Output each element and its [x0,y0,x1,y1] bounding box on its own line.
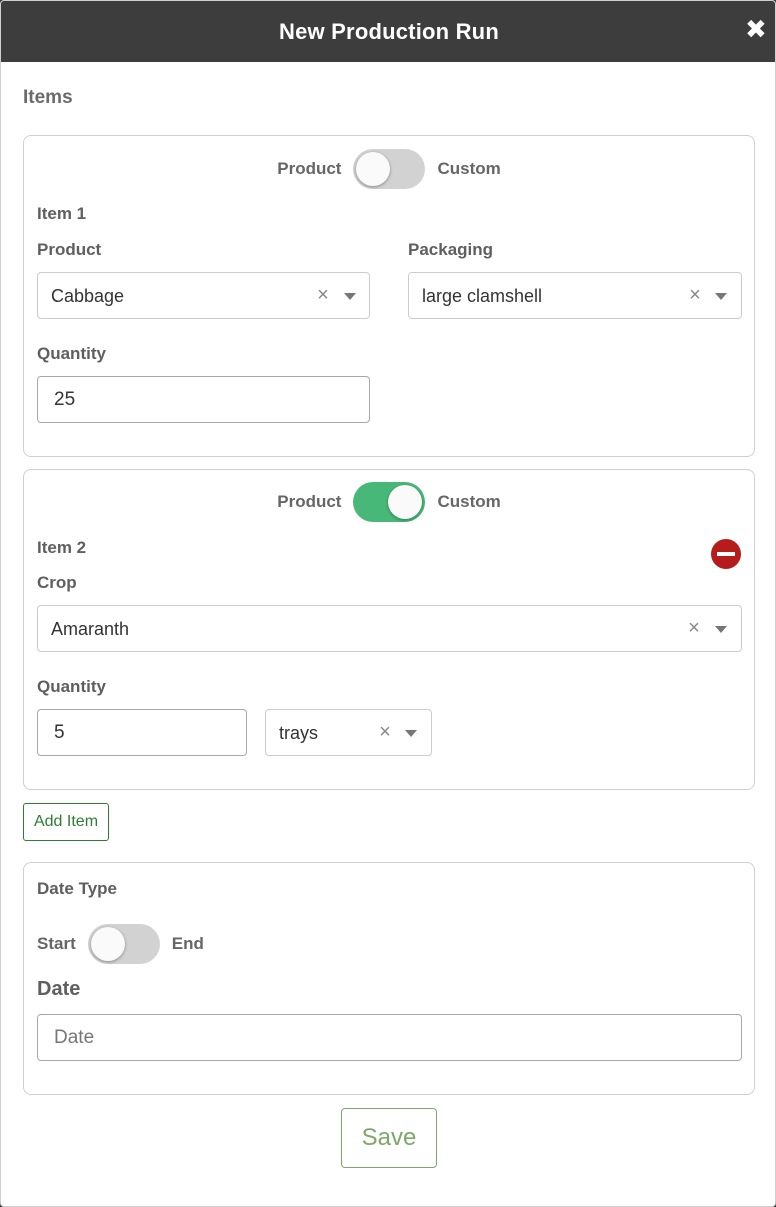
switch-knob [90,927,125,961]
date-input[interactable] [38,1015,741,1060]
crop-select[interactable]: Amaranth × [37,605,742,652]
new-production-run-modal: New Production Run ✖ Items Product Custo… [0,0,776,1207]
toggle-label-product: Product [277,492,342,511]
items-section-title: Items [23,87,73,108]
modal-title: New Production Run [279,19,499,44]
packaging-select[interactable]: large clamshell × [408,272,742,319]
chevron-down-icon[interactable] [715,626,727,633]
toggle-label-product: Product [277,159,342,178]
product-label: Product [37,240,102,259]
switch-knob [356,152,391,186]
toggle-label-custom: Custom [437,159,501,178]
item-2-type-switch[interactable] [353,482,426,522]
crop-label: Crop [37,573,77,592]
item-1-type-toggle-row: Product Custom [24,149,754,189]
unit-select[interactable]: trays × [265,709,432,756]
toggle-label-end: End [171,934,204,953]
date-card: Date Type Start End Date [23,862,755,1095]
item-1-quantity-field[interactable] [37,376,370,423]
toggle-label-custom: Custom [437,492,501,511]
chevron-down-icon[interactable] [715,293,727,300]
switch-knob [388,485,423,519]
item-1-quantity-input[interactable] [38,377,369,422]
item-2-card: Product Custom Item 2 Crop Amaranth × Qu… [23,469,755,790]
save-button[interactable]: Save [341,1108,437,1168]
clear-icon[interactable]: × [315,283,331,307]
packaging-select-value: large clamshell [422,286,543,306]
date-type-toggle-row: Start End [37,924,204,964]
chevron-down-icon[interactable] [405,730,417,737]
date-field[interactable] [37,1014,742,1061]
packaging-label: Packaging [408,240,494,259]
close-icon[interactable]: ✖ [745,15,767,43]
modal-header: New Production Run ✖ [1,1,775,62]
remove-item-button[interactable] [711,539,741,569]
item-2-quantity-field[interactable] [37,709,247,756]
date-type-heading: Date Type [37,879,117,898]
item-2-type-toggle-row: Product Custom [24,482,754,522]
unit-select-value: trays [279,723,319,743]
item-2-heading: Item 2 [37,538,87,557]
clear-icon[interactable]: × [686,616,702,640]
product-select-value: Cabbage [51,286,125,306]
date-label: Date [37,978,81,1000]
minus-icon [717,552,735,556]
clear-icon[interactable]: × [687,283,703,307]
item-1-heading: Item 1 [37,204,87,223]
quantity-label: Quantity [37,677,106,696]
add-item-button[interactable]: Add Item [23,803,109,841]
date-type-switch[interactable] [87,924,160,964]
toggle-label-start: Start [37,934,76,953]
product-select[interactable]: Cabbage × [37,272,370,319]
item-2-quantity-input[interactable] [38,710,246,755]
chevron-down-icon[interactable] [344,293,356,300]
crop-select-value: Amaranth [51,619,130,639]
quantity-label: Quantity [37,344,106,363]
clear-icon[interactable]: × [377,720,393,744]
item-1-type-switch[interactable] [353,149,426,189]
item-1-card: Product Custom Item 1 Product Cabbage × … [23,135,755,457]
